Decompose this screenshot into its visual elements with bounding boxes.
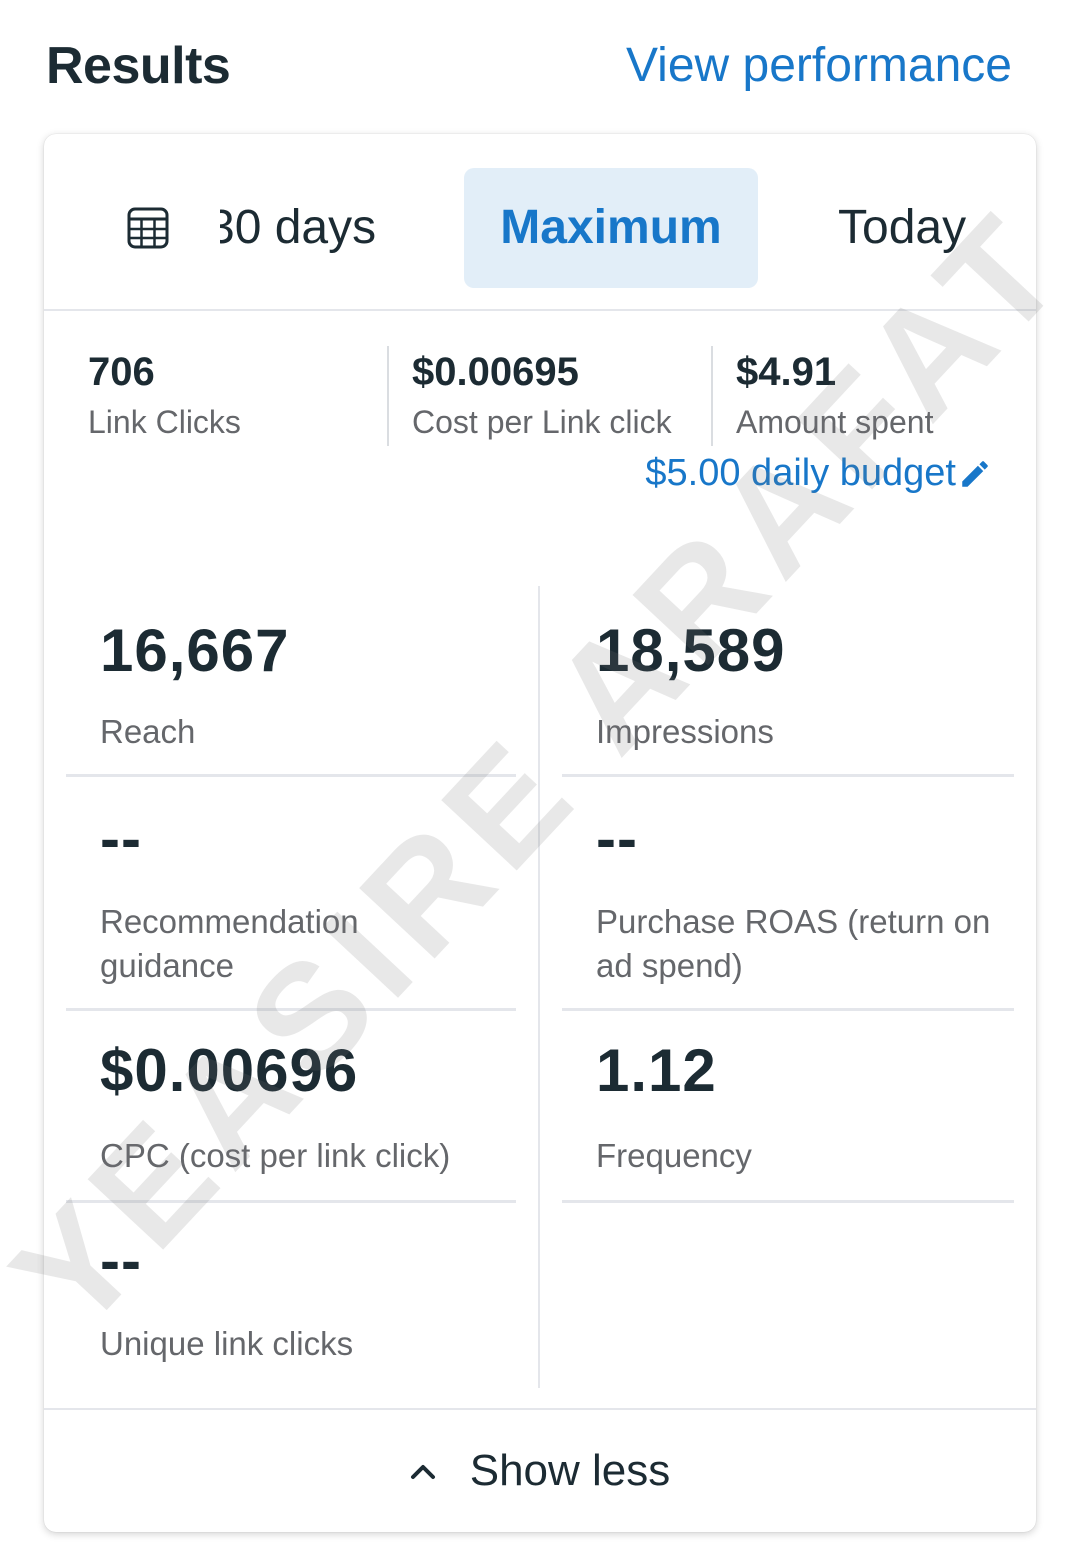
amount-spent-stat: $4.91 Amount spent xyxy=(736,348,933,444)
show-less-button[interactable]: Show less xyxy=(44,1408,1036,1532)
calendar-icon[interactable] xyxy=(126,206,170,250)
divider xyxy=(562,774,1014,777)
summary-stats: 706 Link Clicks $0.00695 Cost per Link c… xyxy=(44,312,1036,592)
metrics-grid: 16,667 Reach 18,589 Impressions -- Recom… xyxy=(44,586,1036,1388)
purchase-roas-label: Purchase ROAS (return on ad spend) xyxy=(596,903,991,984)
view-performance-link[interactable]: View performance xyxy=(626,38,1012,93)
divider xyxy=(387,346,389,446)
divider xyxy=(66,774,516,777)
results-card: 30 days Maximum Today 706 Link Clicks $0… xyxy=(44,134,1036,1532)
cost-per-link-click-stat: $0.00695 Cost per Link click xyxy=(412,348,672,444)
results-header: Results View performance xyxy=(0,0,1080,130)
frequency-value: 1.12 xyxy=(596,1037,717,1104)
link-clicks-label: Link Clicks xyxy=(88,404,241,440)
reach-label: Reach xyxy=(100,713,196,750)
cpc-value: $0.00696 xyxy=(100,1037,359,1104)
divider xyxy=(711,346,713,446)
date-range-tabs: 30 days Maximum Today xyxy=(44,134,1036,311)
frequency-label: Frequency xyxy=(596,1137,752,1174)
page-title: Results xyxy=(46,37,231,95)
show-less-label: Show less xyxy=(469,1446,671,1495)
tab-today[interactable]: Today xyxy=(838,168,966,288)
cost-per-link-click-value: $0.00695 xyxy=(412,350,579,394)
amount-spent-value: $4.91 xyxy=(736,350,837,394)
unique-link-clicks-value: -- xyxy=(100,1227,142,1294)
daily-budget-link[interactable]: $5.00 daily budget xyxy=(645,452,992,495)
chevron-up-icon xyxy=(410,1465,435,1479)
divider xyxy=(562,1008,1014,1011)
amount-spent-label: Amount spent xyxy=(736,404,934,440)
link-clicks-value: 706 xyxy=(88,350,155,394)
daily-budget-text: $5.00 daily budget xyxy=(645,452,956,494)
purchase-roas-value: -- xyxy=(596,805,638,872)
cost-per-link-click-label: Cost per Link click xyxy=(412,404,672,440)
tab-30-days[interactable]: 30 days xyxy=(220,168,410,288)
pencil-icon xyxy=(962,460,988,487)
reach-value: 16,667 xyxy=(100,617,290,684)
divider xyxy=(66,1008,516,1011)
impressions-value: 18,589 xyxy=(596,617,786,684)
divider xyxy=(66,1200,516,1203)
unique-link-clicks-label: Unique link clicks xyxy=(100,1325,354,1362)
recommendation-guidance-label: Recommendation guidance xyxy=(100,903,359,984)
cpc-label: CPC (cost per link click) xyxy=(100,1137,451,1174)
divider xyxy=(562,1200,1014,1203)
recommendation-guidance-value: -- xyxy=(100,805,142,872)
tab-maximum[interactable]: Maximum xyxy=(464,168,758,288)
divider xyxy=(538,586,540,1388)
link-clicks-stat: 706 Link Clicks xyxy=(88,348,241,444)
impressions-label: Impressions xyxy=(596,713,774,750)
